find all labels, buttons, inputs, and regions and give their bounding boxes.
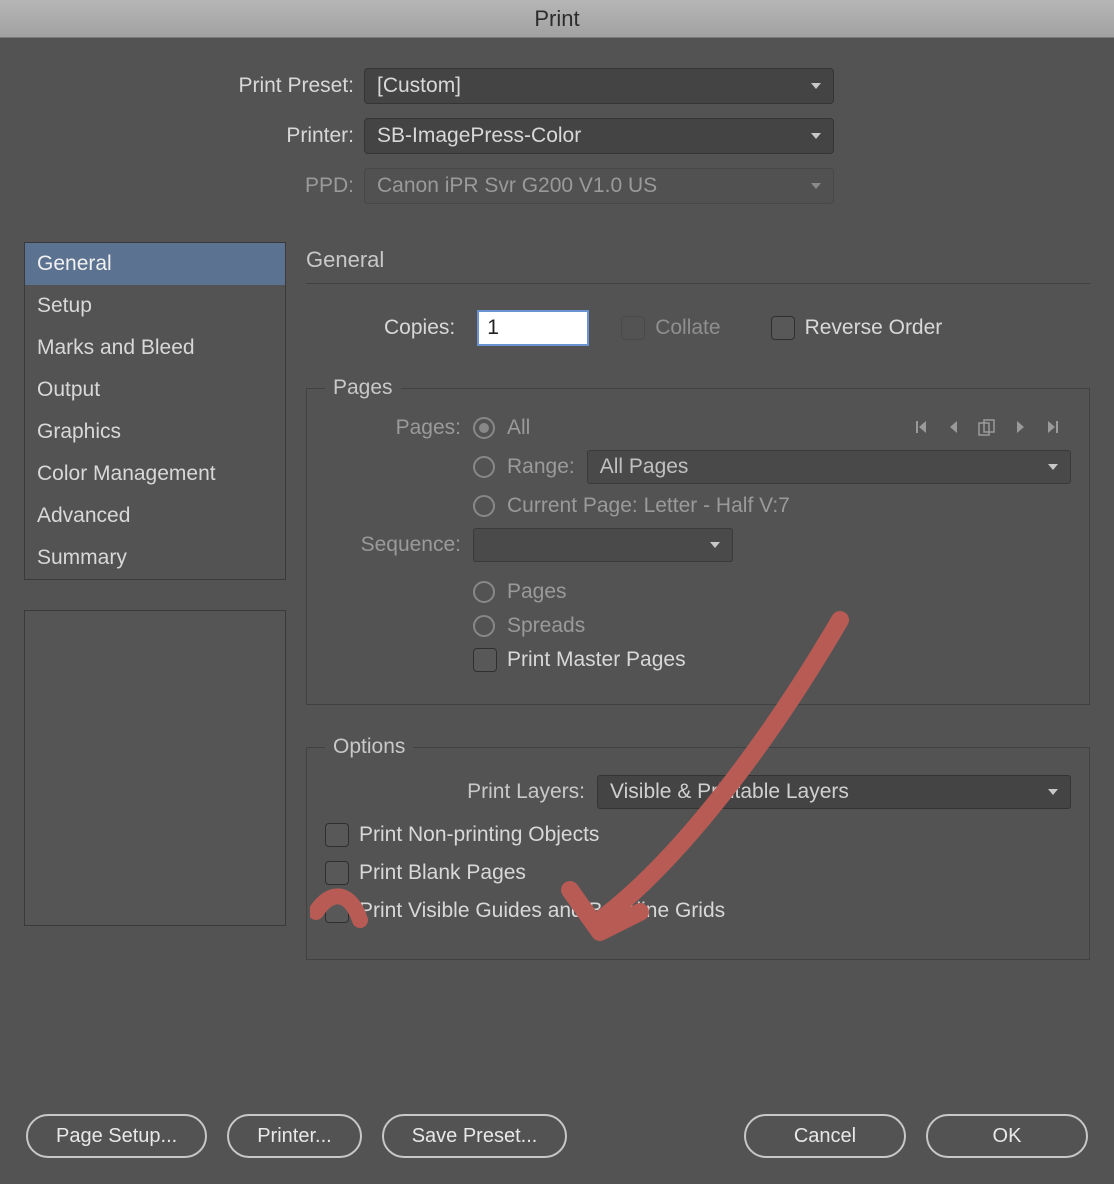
print-blank-checkbox[interactable]: Print Blank Pages bbox=[325, 861, 526, 885]
next-page-icon[interactable] bbox=[1015, 419, 1027, 435]
checkbox-icon bbox=[473, 648, 497, 672]
pages-range-label: Range: bbox=[507, 455, 575, 479]
pages-legend: Pages bbox=[325, 376, 401, 400]
panel-title: General bbox=[306, 242, 1090, 284]
print-nonprinting-label: Print Non-printing Objects bbox=[359, 823, 599, 847]
printer-value: SB-ImagePress-Color bbox=[377, 124, 581, 148]
last-page-icon[interactable] bbox=[1045, 419, 1061, 435]
checkbox-icon bbox=[621, 316, 645, 340]
sidebar-item-output[interactable]: Output bbox=[25, 369, 285, 411]
checkbox-icon bbox=[325, 861, 349, 885]
page-setup-button[interactable]: Page Setup... bbox=[26, 1114, 207, 1158]
collate-checkbox: Collate bbox=[621, 316, 720, 340]
reverse-order-checkbox[interactable]: Reverse Order bbox=[771, 316, 943, 340]
ok-button[interactable]: OK bbox=[926, 1114, 1088, 1158]
pages-range-dropdown[interactable]: All Pages bbox=[587, 450, 1071, 484]
pages-icon[interactable] bbox=[977, 419, 997, 437]
sidebar-item-advanced[interactable]: Advanced bbox=[25, 495, 285, 537]
printer-button[interactable]: Printer... bbox=[227, 1114, 361, 1158]
chevron-down-icon bbox=[710, 542, 720, 548]
print-layers-label: Print Layers: bbox=[325, 780, 585, 804]
page-nav-icons bbox=[913, 419, 1071, 437]
checkbox-icon bbox=[325, 899, 349, 923]
window-title: Print bbox=[534, 6, 579, 32]
print-preset-dropdown[interactable]: [Custom] bbox=[364, 68, 834, 104]
chevron-down-icon bbox=[1048, 464, 1058, 470]
print-nonprinting-checkbox[interactable]: Print Non-printing Objects bbox=[325, 823, 599, 847]
chevron-down-icon bbox=[811, 133, 821, 139]
pages-all-radio[interactable] bbox=[473, 417, 495, 439]
options-group: Options Print Layers: Visible & Printabl… bbox=[306, 735, 1090, 960]
print-preset-label: Print Preset: bbox=[0, 74, 354, 98]
pages-all-label: All bbox=[507, 416, 530, 440]
sidebar-item-setup[interactable]: Setup bbox=[25, 285, 285, 327]
sequence-label: Sequence: bbox=[325, 533, 461, 557]
chevron-down-icon bbox=[811, 183, 821, 189]
print-master-label: Print Master Pages bbox=[507, 648, 686, 672]
pages-current-label: Current Page: Letter - Half V:7 bbox=[507, 494, 790, 518]
pages-pages-radio[interactable] bbox=[473, 581, 495, 603]
first-page-icon[interactable] bbox=[913, 419, 929, 435]
pages-range-radio[interactable] bbox=[473, 456, 495, 478]
printer-label: Printer: bbox=[0, 124, 354, 148]
copies-input[interactable] bbox=[477, 310, 589, 346]
sidebar-item-general[interactable]: General bbox=[25, 243, 285, 285]
footer-buttons: Page Setup... Printer... Save Preset... … bbox=[0, 1114, 1114, 1158]
cancel-button[interactable]: Cancel bbox=[744, 1114, 906, 1158]
sidebar-item-marks-bleed[interactable]: Marks and Bleed bbox=[25, 327, 285, 369]
prev-page-icon[interactable] bbox=[947, 419, 959, 435]
chevron-down-icon bbox=[811, 83, 821, 89]
ppd-value: Canon iPR Svr G200 V1.0 US bbox=[377, 174, 657, 198]
ppd-label: PPD: bbox=[0, 174, 354, 198]
sidebar-item-color-mgmt[interactable]: Color Management bbox=[25, 453, 285, 495]
printer-dropdown[interactable]: SB-ImagePress-Color bbox=[364, 118, 834, 154]
print-guides-label: Print Visible Guides and Baseline Grids bbox=[359, 899, 725, 923]
print-guides-checkbox[interactable]: Print Visible Guides and Baseline Grids bbox=[325, 899, 725, 923]
ppd-dropdown: Canon iPR Svr G200 V1.0 US bbox=[364, 168, 834, 204]
page-preview bbox=[24, 610, 286, 926]
sequence-dropdown[interactable] bbox=[473, 528, 733, 562]
top-dropdowns: Print Preset: [Custom] Printer: SB-Image… bbox=[0, 38, 1114, 242]
print-layers-dropdown[interactable]: Visible & Printable Layers bbox=[597, 775, 1071, 809]
sidebar-item-graphics[interactable]: Graphics bbox=[25, 411, 285, 453]
print-master-checkbox[interactable]: Print Master Pages bbox=[473, 648, 686, 672]
pages-spreads-label: Spreads bbox=[507, 614, 585, 638]
pages-pages-label: Pages bbox=[507, 580, 567, 604]
checkbox-icon bbox=[325, 823, 349, 847]
pages-label: Pages: bbox=[325, 416, 461, 440]
panel-sidebar: General Setup Marks and Bleed Output Gra… bbox=[24, 242, 286, 580]
save-preset-button[interactable]: Save Preset... bbox=[382, 1114, 568, 1158]
sidebar-item-summary[interactable]: Summary bbox=[25, 537, 285, 579]
pages-spreads-radio[interactable] bbox=[473, 615, 495, 637]
chevron-down-icon bbox=[1048, 789, 1058, 795]
print-preset-value: [Custom] bbox=[377, 74, 461, 98]
reverse-order-label: Reverse Order bbox=[805, 316, 943, 340]
titlebar: Print bbox=[0, 0, 1114, 38]
copies-label: Copies: bbox=[384, 316, 455, 340]
pages-current-radio[interactable] bbox=[473, 495, 495, 517]
collate-label: Collate bbox=[655, 316, 720, 340]
options-legend: Options bbox=[325, 735, 413, 759]
print-blank-label: Print Blank Pages bbox=[359, 861, 526, 885]
pages-group: Pages Pages: All Range: All Pages bbox=[306, 376, 1090, 705]
checkbox-icon bbox=[771, 316, 795, 340]
